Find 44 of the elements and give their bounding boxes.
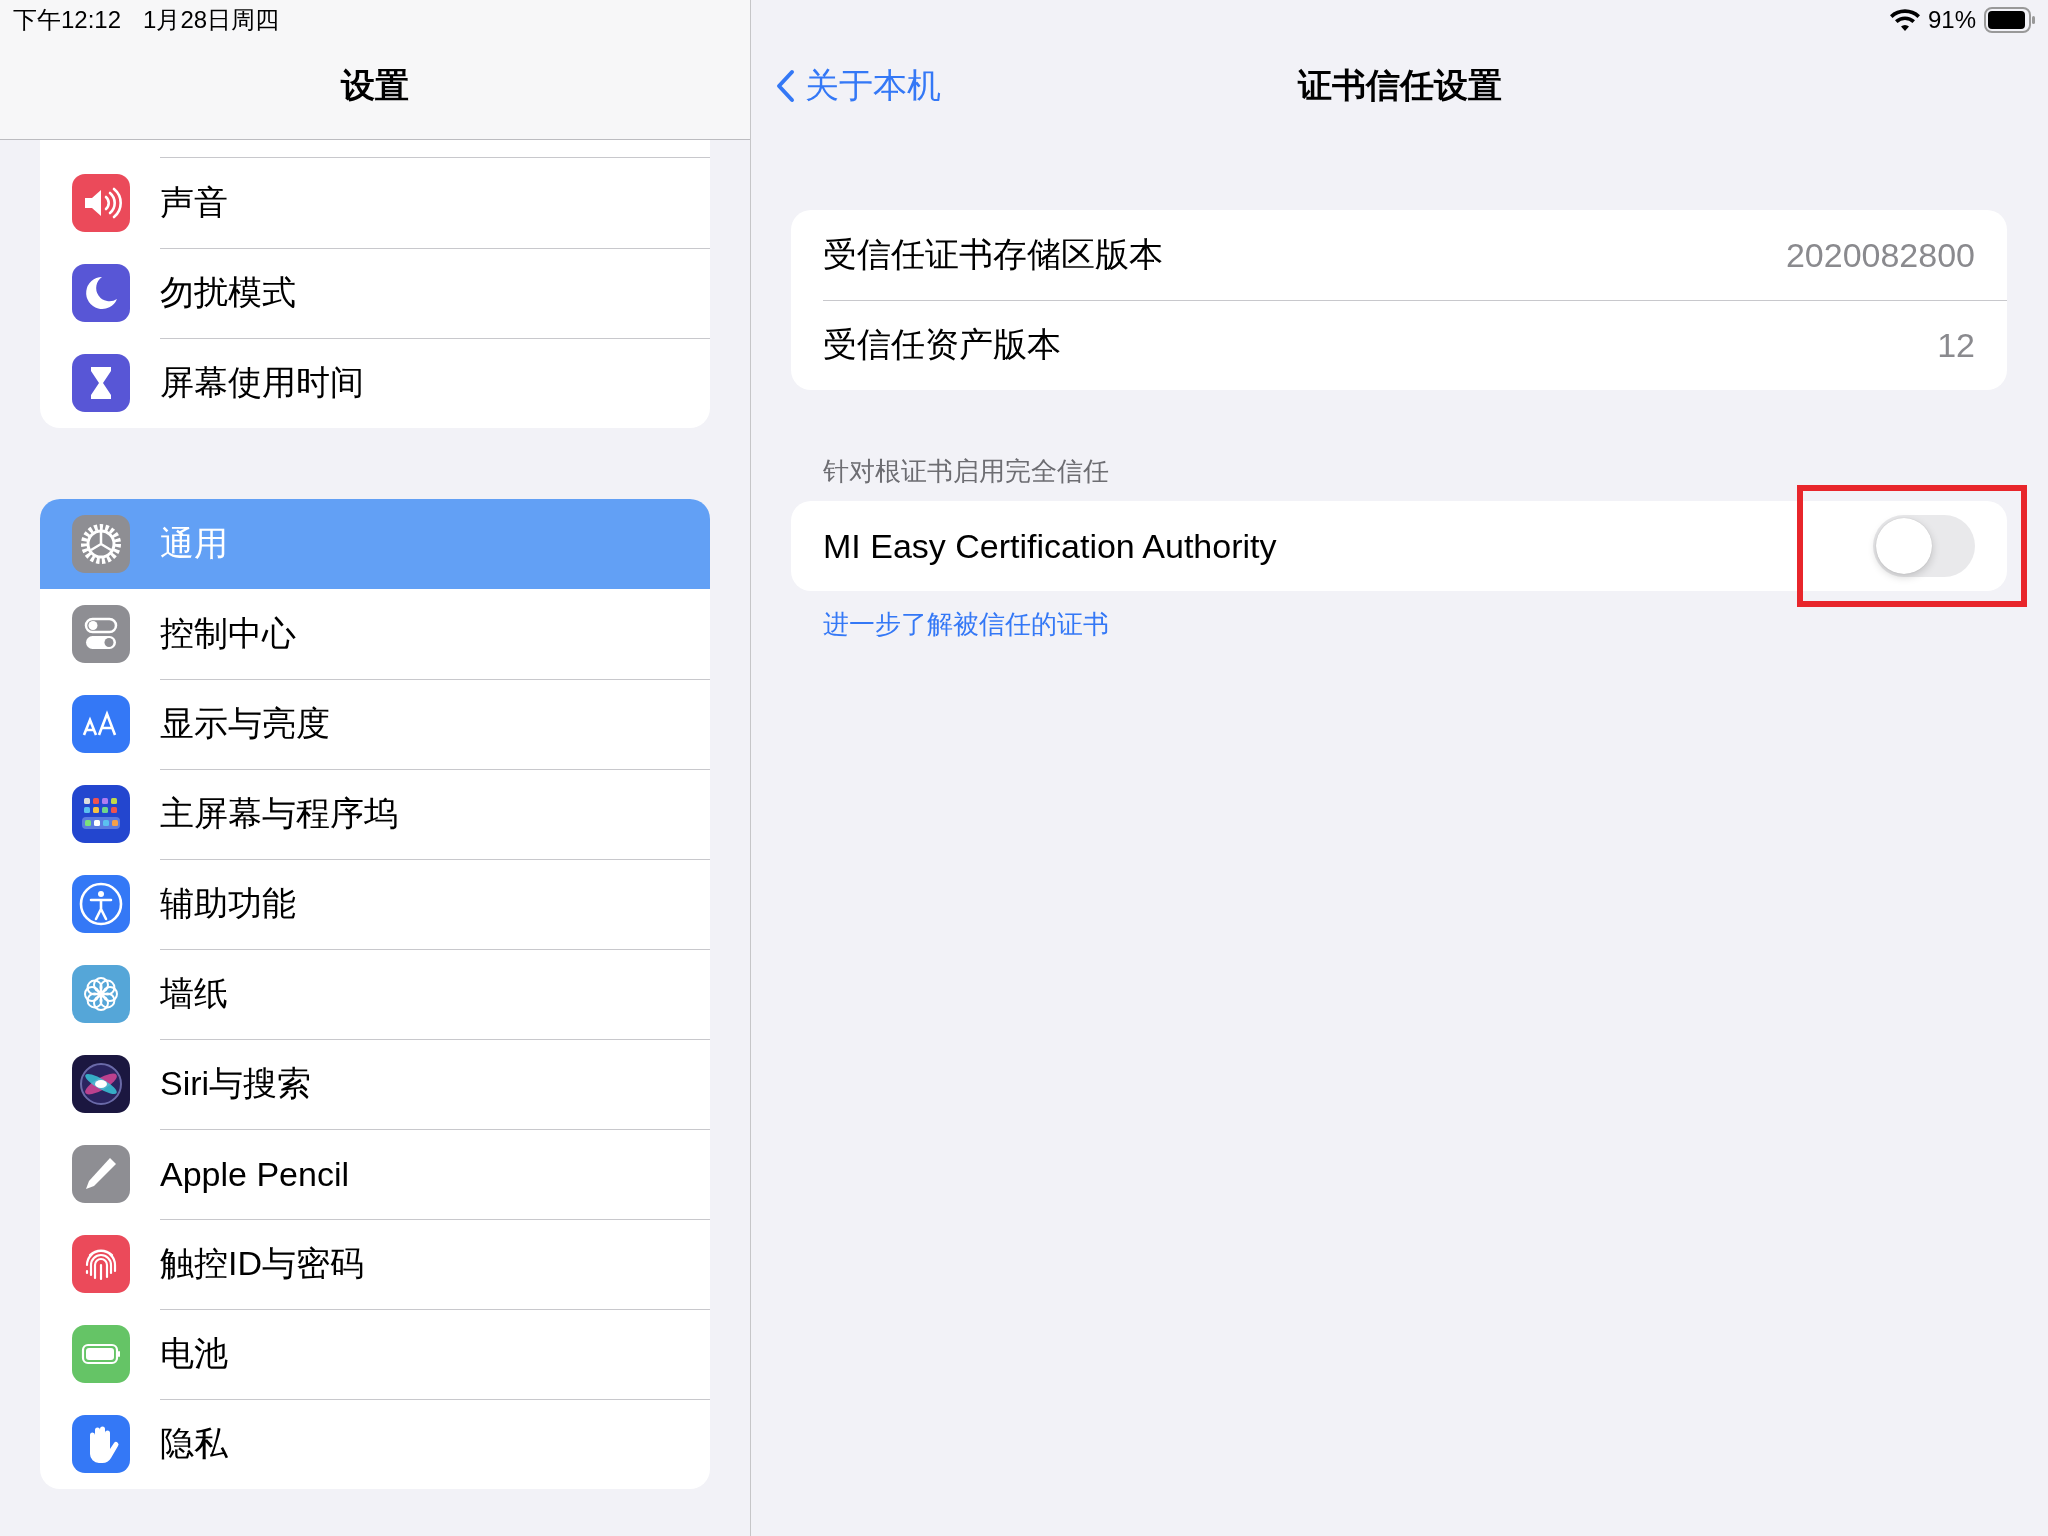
- info-value: 12: [1937, 325, 1975, 365]
- battery-icon: [72, 1325, 130, 1383]
- sidebar-item[interactable]: 电池: [40, 1309, 710, 1399]
- sidebar-item[interactable]: 显示与亮度: [40, 679, 710, 769]
- status-time: 下午12:12: [13, 5, 122, 35]
- sidebar-item[interactable]: 声音: [40, 158, 710, 248]
- sidebar-item[interactable]: 勿扰模式: [40, 248, 710, 338]
- flower-icon: [72, 965, 130, 1023]
- page-title: 证书信任设置: [1297, 65, 1502, 106]
- pencil-icon: [72, 1145, 130, 1203]
- sidebar-item[interactable]: 主屏幕与程序坞: [40, 769, 710, 859]
- hourglass-icon: [72, 354, 130, 412]
- toggle-switch[interactable]: [1873, 515, 1975, 577]
- wifi-icon: [1889, 8, 1920, 32]
- orb-icon: [72, 1055, 130, 1113]
- sidebar-item[interactable]: 隐私: [40, 1399, 710, 1489]
- sidebar-item[interactable]: 触控ID与密码: [40, 1219, 710, 1309]
- info-label: 受信任证书存储区版本: [823, 234, 1163, 275]
- sidebar-item[interactable]: 控制中心: [40, 589, 710, 679]
- gear-icon: [72, 515, 130, 573]
- chevron-left-icon: [775, 69, 795, 103]
- sidebar-item[interactable]: 辅助功能: [40, 859, 710, 949]
- fingerprint-icon: [72, 1235, 130, 1293]
- sidebar-title: 设置: [341, 64, 409, 106]
- sidebar-item[interactable]: 墙纸: [40, 949, 710, 1039]
- speaker-icon: [72, 174, 130, 232]
- info-label: 受信任资产版本: [823, 324, 1061, 365]
- battery-percent: 91%: [1927, 6, 1976, 34]
- accessibility-figure-icon: [72, 875, 130, 933]
- toggles-icon: [72, 605, 130, 663]
- sidebar-item[interactable]: 屏幕使用时间: [40, 338, 710, 428]
- hand-icon: [72, 1415, 130, 1473]
- letters-icon: [72, 695, 130, 753]
- section-header: 针对根证书启用完全信任: [823, 456, 1109, 486]
- sidebar-item[interactable]: Siri与搜索: [40, 1039, 710, 1129]
- back-button[interactable]: 关于本机: [775, 40, 941, 132]
- battery-icon: [1984, 7, 2036, 33]
- certificate-name: MI Easy Certification Authority: [823, 526, 1277, 566]
- app-grid-icon: [72, 785, 130, 843]
- info-value: 2020082800: [1785, 235, 1975, 275]
- sidebar-item[interactable]: Apple Pencil: [40, 1129, 710, 1219]
- status-date: 1月28日周四: [143, 5, 280, 35]
- learn-more-link[interactable]: 进一步了解被信任的证书: [823, 607, 1109, 641]
- moon-icon: [72, 264, 130, 322]
